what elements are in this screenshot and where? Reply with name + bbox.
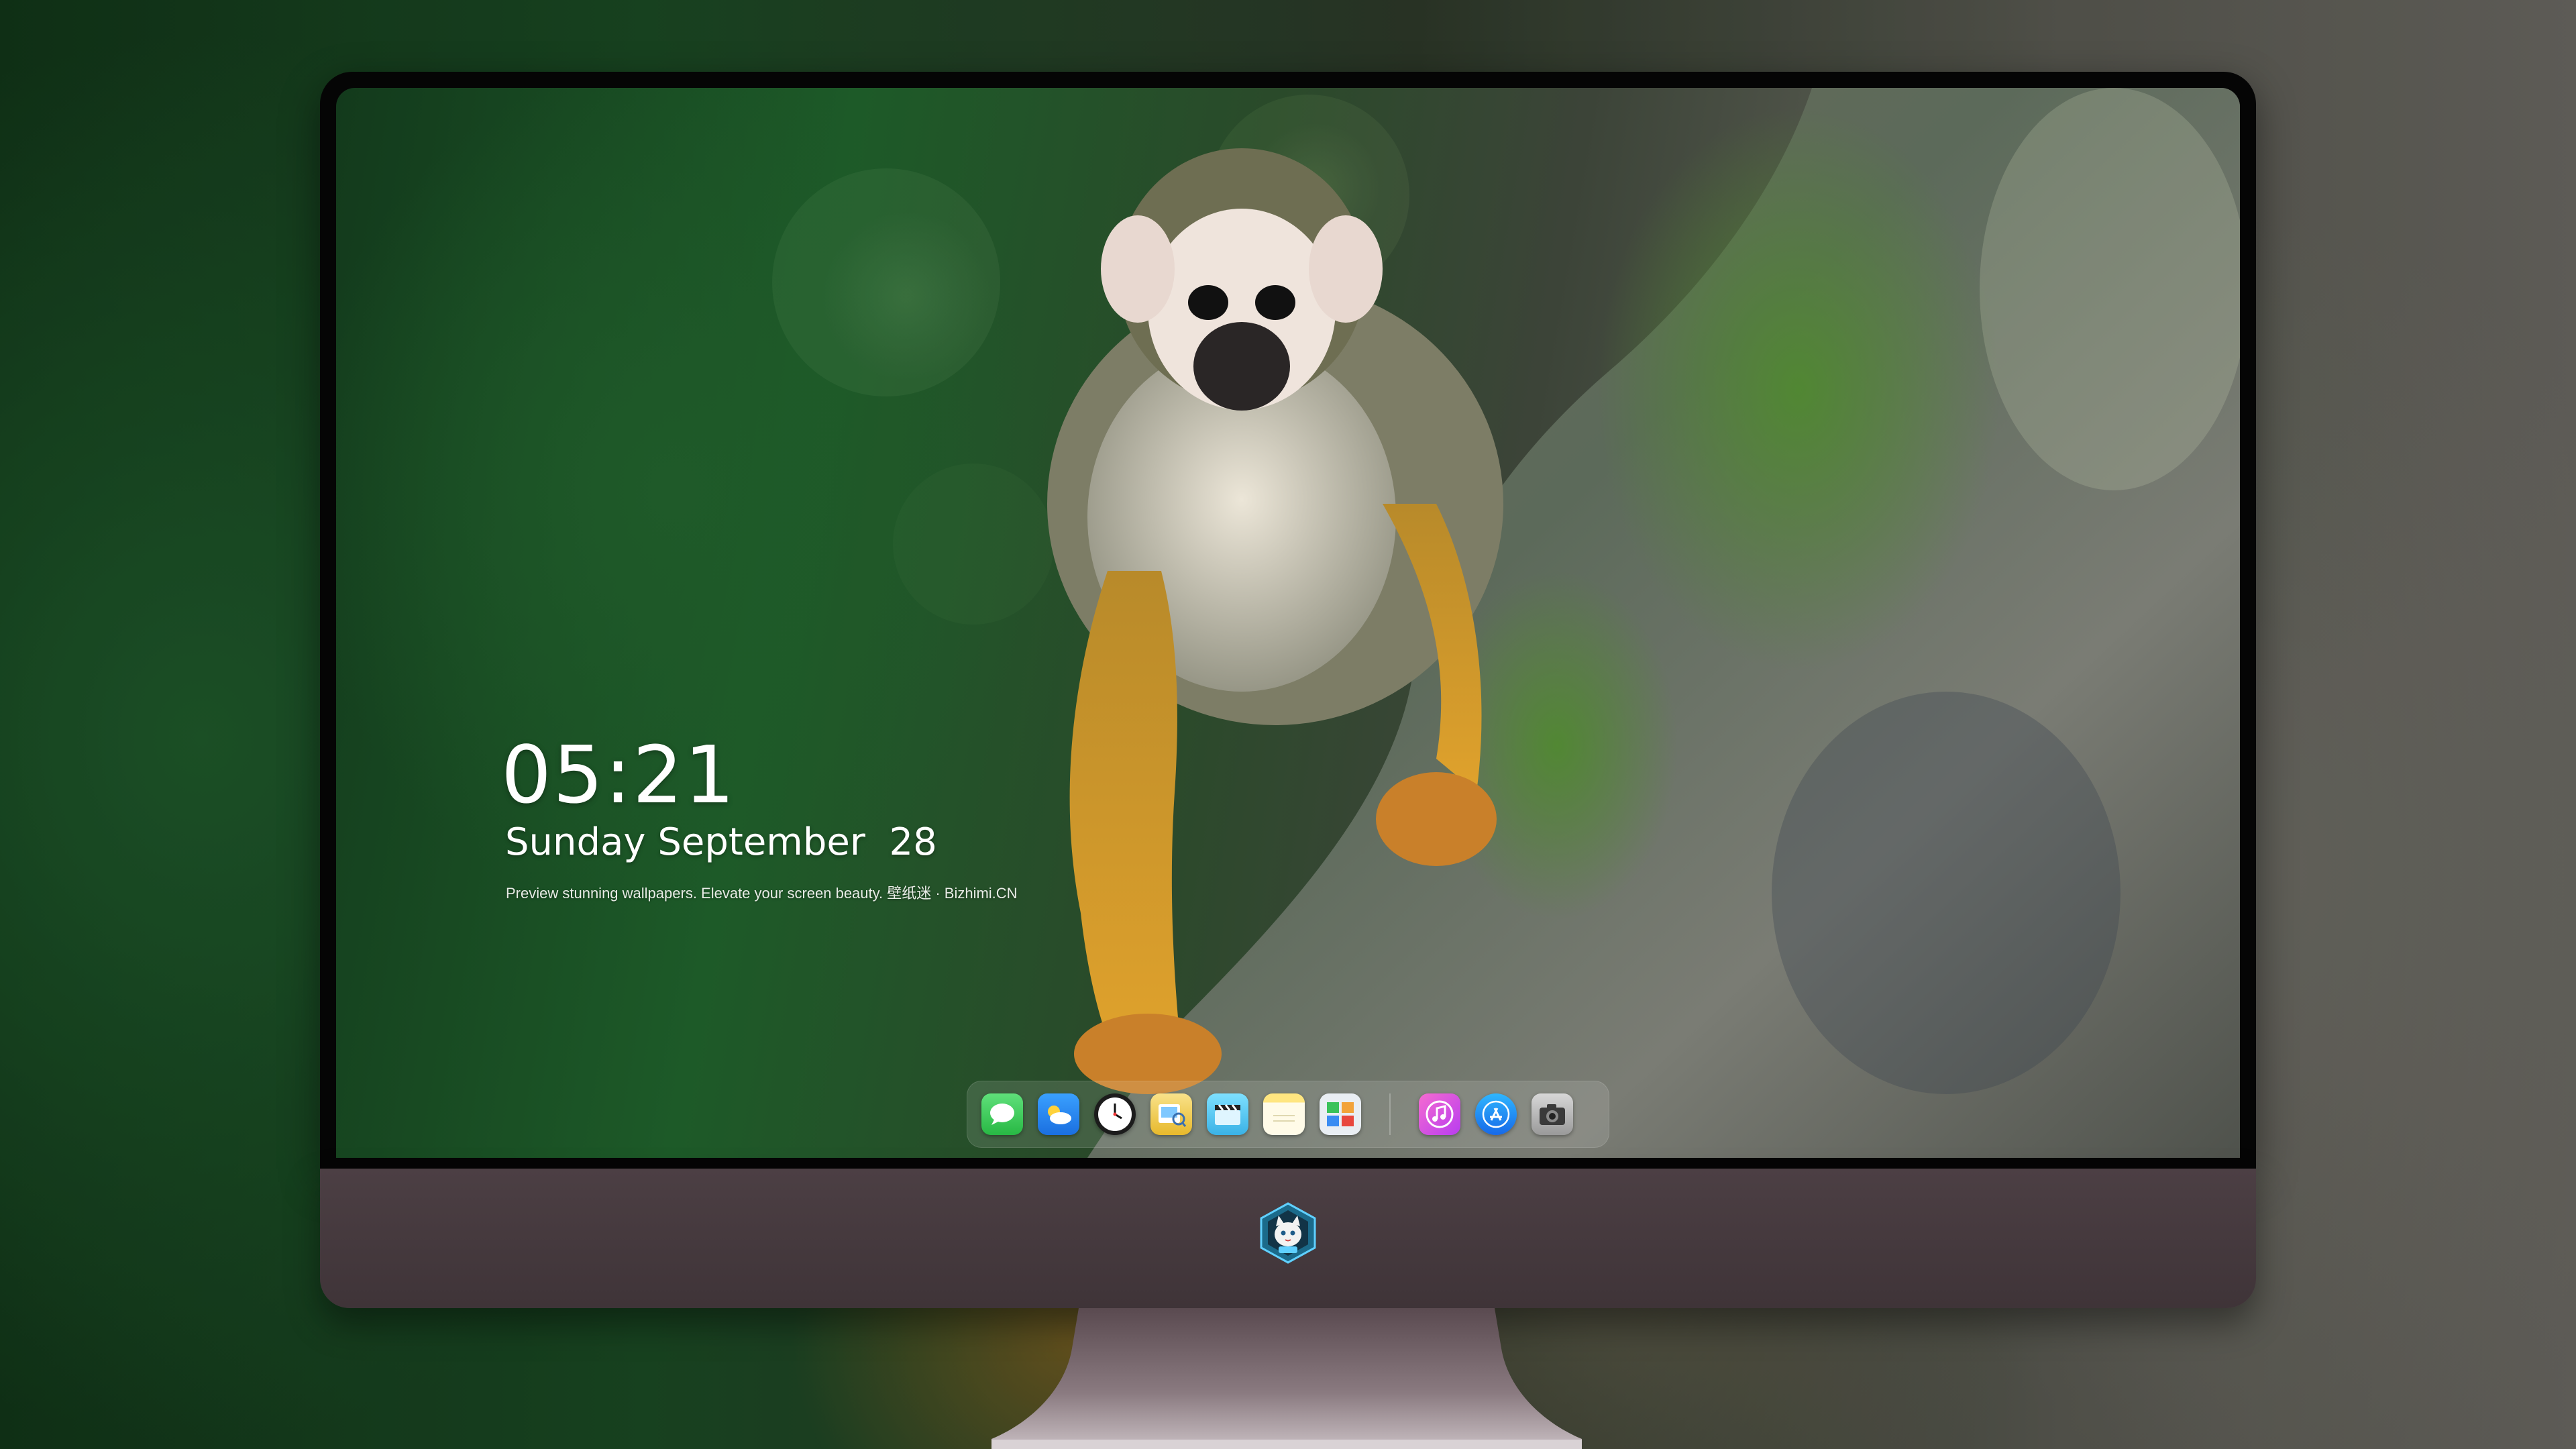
- monitor-chin: [320, 1169, 2256, 1308]
- itunes-icon[interactable]: [1419, 1093, 1460, 1135]
- monitor-bezel: 05:21 Sunday September 28 Preview stunni…: [320, 72, 2256, 1169]
- photo-booth-icon[interactable]: [1320, 1093, 1361, 1135]
- weather-icon[interactable]: [1038, 1093, 1079, 1135]
- clips-icon[interactable]: [1207, 1093, 1248, 1135]
- dock: [967, 1081, 1609, 1148]
- app-store-icon[interactable]: [1475, 1093, 1517, 1135]
- camera-icon[interactable]: [1532, 1093, 1573, 1135]
- clock-icon[interactable]: [1094, 1093, 1136, 1135]
- messages-icon[interactable]: [981, 1093, 1023, 1135]
- wallpaper-tagline: Preview stunning wallpapers. Elevate you…: [506, 885, 1018, 902]
- dock-separator: [1389, 1093, 1391, 1135]
- monitor-stand: [991, 1308, 1582, 1449]
- monkey-wallpaper-image: [772, 88, 2240, 1158]
- lock-screen[interactable]: 05:21 Sunday September 28 Preview stunni…: [336, 88, 2240, 1158]
- bizhimi-logo-icon: [1260, 1202, 1316, 1264]
- lock-screen-date: Sunday September 28: [505, 820, 937, 864]
- desktop-monitor: 05:21 Sunday September 28 Preview stunni…: [320, 72, 2256, 1308]
- lock-screen-clock: 05:21: [501, 729, 737, 821]
- preview-icon[interactable]: [1150, 1093, 1192, 1135]
- notes-icon[interactable]: [1263, 1093, 1305, 1135]
